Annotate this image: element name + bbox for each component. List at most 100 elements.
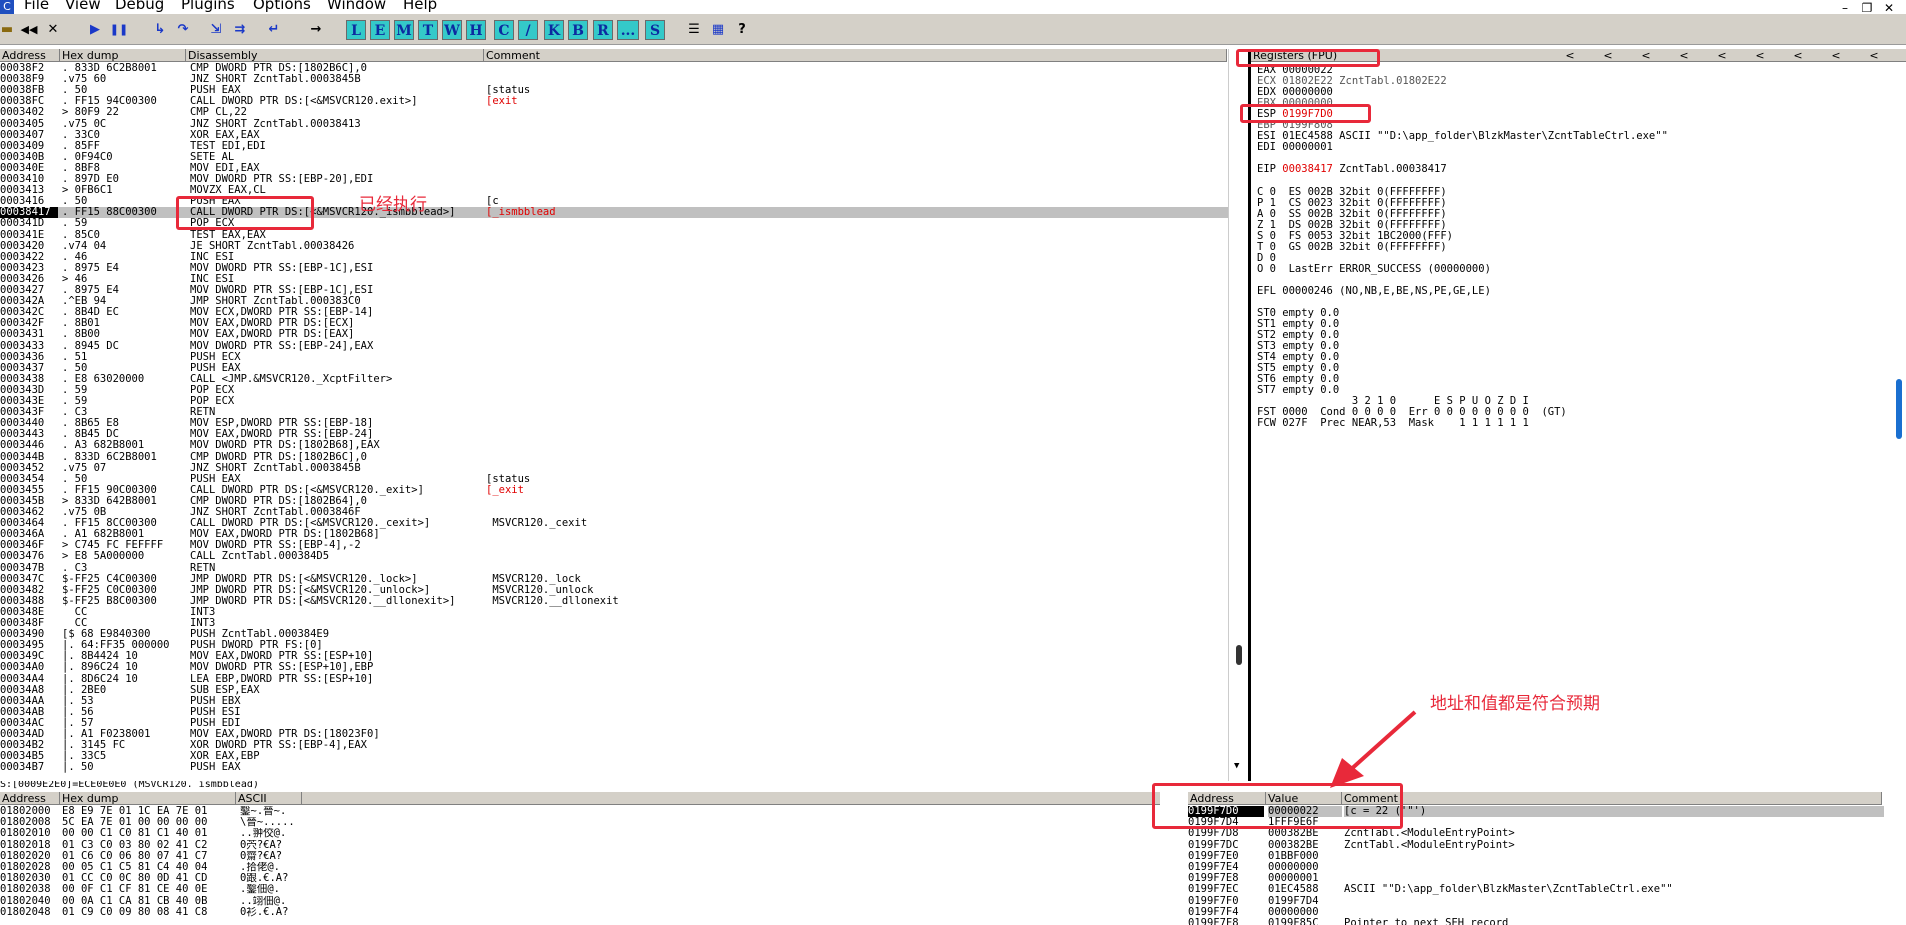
disasm-row[interactable]: 000343F . C3 RETN [0,407,1228,418]
disasm-row[interactable]: 0003454 . 50 PUSH EAX [status [0,474,1228,485]
disasm-row[interactable]: 00038FB . 50 PUSH EAX [status [0,85,1228,96]
run-trace-button[interactable]: ... [617,20,639,40]
stack-row[interactable]: 0199F7F0 0199F7D4 [1188,896,1888,907]
disasm-row[interactable]: 0003443 . 8B45 DC MOV EAX,DWORD PTR SS:[EB… [0,429,1228,440]
handles-button[interactable]: H [466,20,486,40]
list-icon[interactable]: ☰ [684,20,704,40]
disasm-row[interactable]: 000344B . 833D 6C2B8001 CMP DWORD PTR DS:[… [0,452,1228,463]
pause-icon[interactable]: ❚❚ [108,20,130,40]
disassembly-pane[interactable]: Address Hex dump Disassembly Comment 000… [0,49,1248,781]
restore-icon[interactable]: ❐ [1856,2,1878,14]
disasm-row[interactable]: 0003423 . 8975 E4 MOV DWORD PTR SS:[EBP-1C… [0,263,1228,274]
disasm-row[interactable]: 0003431 . 8B00 MOV EAX,DWORD PTR DS:[EAX] [0,329,1228,340]
disasm-row[interactable]: 0003427 . 8975 E4 MOV DWORD PTR SS:[EBP-1C… [0,285,1228,296]
step-into-icon[interactable]: ↳ [150,20,170,40]
stack-header-comment[interactable]: Comment [1342,792,1882,805]
disasm-row[interactable]: 000346F > C745 FC FEFFFF MOV DWORD PTR SS:… [0,540,1228,551]
breakpoints-button[interactable]: B [568,20,588,40]
register-scroll-arrow-icon[interactable]: < [1817,49,1855,61]
menu-plugins[interactable]: Plugins [181,0,235,12]
disasm-row[interactable]: 000342A .^EB 94 JMP SHORT ZcntTabl.000383C… [0,296,1228,307]
register-scroll-arrow-icon[interactable]: < [1665,49,1703,61]
step-over-icon[interactable]: ↷ [173,20,193,40]
stack-row[interactable]: 0199F7DC 000382BE ZcntTabl.<ModuleEntryPoi… [1188,840,1888,851]
threads-button[interactable]: T [418,20,438,40]
call-stack-button[interactable]: K [544,20,564,40]
dump-row[interactable]: 01802000 E8 E9 7E 01 1C EA 7E 01 鑿~.晉~. [0,806,1160,817]
dump-row[interactable]: 01802008 5C EA 7E 01 00 00 00 00 \晉~..... [0,817,1160,828]
register-scroll-arrow-icon[interactable]: < [1855,49,1893,61]
register-scroll-arrow-icon[interactable]: < [1589,49,1627,61]
windows-button[interactable]: W [442,20,462,40]
disasm-row[interactable]: 00034A0 |. 896C24 10 MOV DWORD PTR SS:[ESP… [0,662,1228,673]
grid-icon[interactable]: ▦ [708,20,728,40]
col-header-hexdump[interactable]: Hex dump [60,49,186,62]
close-window-icon[interactable]: ✕ [1878,2,1900,14]
stack-row[interactable]: 0199F7E4 00000000 [1188,862,1888,873]
col-header-comment[interactable]: Comment [484,49,1227,62]
log-window-button[interactable]: L [346,20,366,40]
trace-into-icon[interactable]: ⇲ [206,20,226,40]
disasm-row[interactable]: 0003436 . 51 PUSH ECX [0,352,1228,363]
executable-modules-button[interactable]: E [370,20,390,40]
stack-row[interactable]: 0199F7D8 000382BE ZcntTabl.<ModuleEntryPoi… [1188,828,1888,839]
disasm-row[interactable]: 000342C . 8B4D EC MOV ECX,DWORD PTR SS:[EB… [0,307,1228,318]
disasm-row[interactable]: 000341E . 85C0 TEST EAX,EAX [0,230,1228,241]
disasm-scrollbar-thumb[interactable] [1236,645,1242,665]
stack-row[interactable]: 0199F7F4 00000000 [1188,907,1888,918]
dump-header-address[interactable]: Address [0,792,60,805]
close-icon[interactable]: ✕ [44,20,62,40]
stack-row[interactable]: 0199F7EC 01EC4588 ASCII ""D:\app_folder\Bl… [1188,884,1888,895]
disasm-row[interactable]: 0003426 > 46 INC ESI [0,274,1228,285]
stack-row[interactable]: 0199F7E0 01BBF000 [1188,851,1888,862]
disasm-row[interactable]: 00034B2 |. 3145 FC XOR DWORD PTR SS:[EBP-4… [0,740,1228,751]
dump-row[interactable]: 01802048 01 C9 C0 09 80 08 41 C8 0衫.€.A? [0,907,1160,918]
disasm-row[interactable]: 00038F9 .v75 60 JNZ SHORT ZcntTabl.0003845… [0,74,1228,85]
dump-row[interactable]: 01802030 01 CC C0 0C 80 0D 41 CD 0跟.€.A? [0,873,1160,884]
help-icon[interactable]: ? [732,20,752,40]
disasm-row[interactable]: 00034AD |. A1 F0238001 MOV EAX,DWORD PTR D… [0,729,1228,740]
registers-scrollbar-thumb[interactable] [1896,379,1902,439]
disasm-row[interactable]: 0003495 |. 64:FF35 000000 PUSH DWORD PTR F… [0,640,1228,651]
disasm-row[interactable]: 00034AB |. 56 PUSH ESI [0,707,1228,718]
dump-row[interactable]: 01802018 01 C3 C0 03 80 02 41 C2 0茓?€A? [0,840,1160,851]
register-scroll-arrow-icon[interactable]: < [1779,49,1817,61]
trace-over-icon[interactable]: ⇉ [230,20,250,40]
memory-map-button[interactable]: M [394,20,414,40]
stack-row[interactable]: 0199F7F8 0199F85C Pointer to next SEH reco… [1188,918,1888,925]
stack-row[interactable]: 0199F7E8 00000001 [1188,873,1888,884]
run-icon[interactable]: ▶ [86,20,104,40]
disasm-row[interactable]: 0003405 .v75 0C JNZ SHORT ZcntTabl.0003841… [0,119,1228,130]
disasm-row[interactable]: 000347B . C3 RETN [0,563,1228,574]
disasm-row[interactable]: 0003402 > 80F9 22 CMP CL,22 [0,107,1228,118]
menu-view[interactable]: View [65,0,101,12]
patches-button[interactable]: / [518,20,538,40]
disasm-row[interactable]: 0003488 $-FF25 B8C00300 JMP DWORD PTR DS:[… [0,596,1228,607]
dump-row[interactable]: 01802028 00 05 C1 C5 81 C4 40 04 .拾佬@. [0,862,1160,873]
disasm-scrollbar[interactable]: ▼ [1228,49,1248,781]
disasm-row[interactable]: 0003446 . A3 682B8001 MOV DWORD PTR DS:[18… [0,440,1228,451]
col-header-address[interactable]: Address [0,49,60,62]
disasm-row[interactable]: 000343D . 59 POP ECX [0,385,1228,396]
disasm-row[interactable]: 0003452 .v75 07 JNZ SHORT ZcntTabl.0003845… [0,463,1228,474]
disasm-row[interactable]: 00038F2 . 833D 6C2B8001 CMP DWORD PTR DS:[… [0,63,1228,74]
dump-row[interactable]: 01802038 00 0F C1 CF 81 CE 40 0E .鑿佃@. [0,884,1160,895]
disasm-row[interactable]: 00034AA |. 53 PUSH EBX [0,696,1228,707]
dump-header-hex[interactable]: Hex dump [60,792,236,805]
disasm-row[interactable]: 0003407 . 33C0 XOR EAX,EAX [0,130,1228,141]
disasm-row[interactable]: 0003437 . 50 PUSH EAX [0,363,1228,374]
disasm-row[interactable]: 000342F . 8B01 MOV EAX,DWORD PTR DS:[ECX] [0,318,1228,329]
disasm-row[interactable]: 0003413 > 0FB6C1 MOVZX EAX,CL [0,185,1228,196]
dump-row[interactable]: 01802040 00 0A C1 CA 81 CB 40 0B ..翊佃@. [0,896,1160,907]
register-scroll-arrow-icon[interactable]: < [1741,49,1779,61]
minimize-icon[interactable]: – [1834,2,1856,14]
disasm-row[interactable]: 000345B > 833D 642B8001 CMP DWORD PTR DS:[… [0,496,1228,507]
col-header-disassembly[interactable]: Disassembly [186,49,484,62]
dump-header-ascii[interactable]: ASCII [236,792,302,805]
disasm-row[interactable]: 0003438 . E8 63020000 CALL <JMP.&MSVCR120.… [0,374,1228,385]
menu-options[interactable]: Options [253,0,311,12]
disasm-row[interactable]: 0003410 . 897D E0 MOV DWORD PTR SS:[EBP-20… [0,174,1228,185]
disasm-row[interactable]: 000349C |. 8B4424 10 MOV EAX,DWORD PTR SS:… [0,651,1228,662]
disasm-row[interactable]: 00034A8 |. 2BE0 SUB ESP,EAX [0,685,1228,696]
goto-icon[interactable]: → [306,20,326,40]
